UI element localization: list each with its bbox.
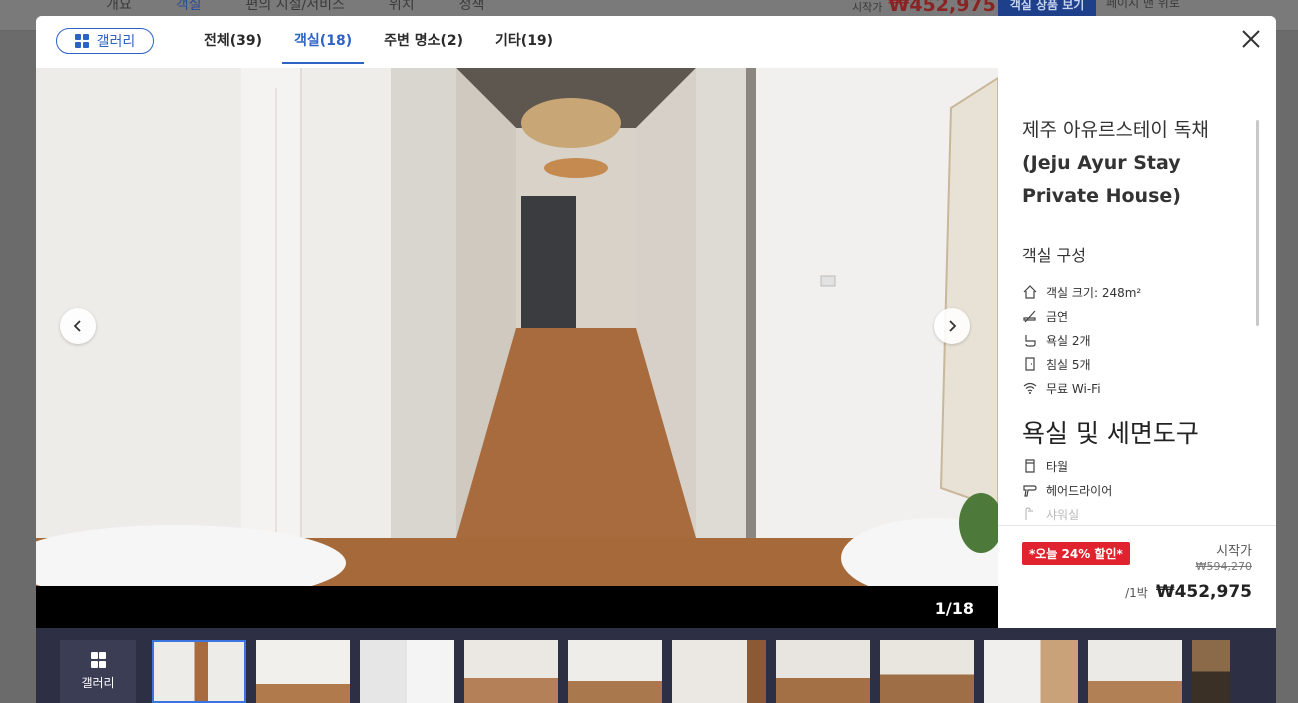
- photo-viewer: 1/18: [36, 68, 998, 628]
- bath-feature-item: 헤어드라이어: [1022, 478, 1112, 502]
- room-feature-item: 침실 5개: [1022, 352, 1141, 376]
- tab-all[interactable]: 전체(39): [192, 16, 274, 62]
- current-price: ₩452,975: [1155, 582, 1252, 602]
- bath-feature-label: 헤어드라이어: [1046, 483, 1113, 498]
- thumbnail[interactable]: [984, 640, 1078, 703]
- grid-icon: [91, 652, 106, 668]
- room-feature-item: 금연: [1022, 304, 1141, 328]
- thumbnail[interactable]: [880, 640, 974, 703]
- thumbnail[interactable]: [776, 640, 870, 703]
- property-title-korean: 제주 아유르스테이 독채: [1022, 119, 1209, 141]
- price-label: 시작가: [1216, 544, 1252, 559]
- room-feature-label: 침실 5개: [1046, 357, 1091, 372]
- bg-back-to-top: 페이지 맨 위로: [1106, 0, 1180, 10]
- bg-nav-item: 정책: [458, 0, 485, 13]
- house-icon: [1023, 285, 1037, 299]
- close-button[interactable]: [1240, 28, 1262, 50]
- prev-photo-button[interactable]: [60, 308, 96, 344]
- thumbnail-gallery-button[interactable]: 갤러리: [60, 640, 136, 703]
- price-unit: /1박: [1125, 586, 1148, 600]
- room-feature-item: 객실 크기: 248m²: [1022, 280, 1141, 304]
- door-icon: [1025, 357, 1035, 371]
- modal-header: 갤러리 전체(39) 객실(18) 주변 명소(2) 기타(19): [36, 16, 1276, 68]
- bg-nav-item: 위치: [388, 0, 415, 13]
- bath-features-list: 타월 헤어드라이어 샤워실: [1022, 454, 1112, 525]
- close-icon: [1242, 30, 1260, 48]
- wifi-icon: [1023, 382, 1037, 394]
- bath-feature-item: 타월: [1022, 454, 1112, 478]
- thumbnail-list: [152, 640, 1230, 703]
- thumbnail[interactable]: [464, 640, 558, 703]
- bg-nav-item: 편의 시설/서비스: [245, 0, 345, 13]
- bathtub-icon: [1025, 335, 1036, 347]
- thumbnail-gallery-label: 갤러리: [81, 676, 115, 690]
- bath-feature-label: 타월: [1046, 459, 1069, 474]
- background-price: 시작가 ₩452,975: [852, 0, 996, 16]
- current-price-row: /1박 ₩452,975: [1125, 582, 1252, 602]
- bg-nav-item: 개요: [106, 0, 132, 13]
- room-feature-item: 욕실 2개: [1022, 328, 1141, 352]
- property-title-english: (Jeju Ayur Stay Private House): [1022, 152, 1181, 207]
- thumbnail[interactable]: [1192, 640, 1230, 703]
- tab-nearby[interactable]: 주변 명소(2): [372, 16, 475, 62]
- hair-dryer-icon: [1023, 485, 1037, 497]
- bg-nav-item: 객실: [175, 0, 202, 13]
- gallery-modal: 갤러리 전체(39) 객실(18) 주변 명소(2) 기타(19) 1/18 제…: [36, 16, 1276, 628]
- property-info-panel: 제주 아유르스테이 독채 (Jeju Ayur Stay Private Hou…: [998, 68, 1276, 525]
- original-price: ₩594,270: [1195, 560, 1252, 573]
- chevron-right-icon: [949, 320, 957, 332]
- thumbnail[interactable]: [152, 640, 246, 703]
- gallery-button[interactable]: 갤러리: [56, 28, 154, 54]
- tab-rooms[interactable]: 객실(18): [282, 16, 365, 64]
- gallery-button-label: 갤러리: [96, 34, 136, 50]
- bath-section-title: 욕실 및 세면도구: [1022, 419, 1199, 448]
- towel-icon: [1025, 459, 1035, 473]
- bg-price-label: 시작가: [852, 1, 883, 14]
- thumbnail[interactable]: [360, 640, 454, 703]
- background-nav: 개요 객실 편의 시설/서비스 위치 정책: [106, 0, 484, 14]
- thumbnail[interactable]: [1088, 640, 1182, 703]
- tab-other[interactable]: 기타(19): [483, 16, 565, 62]
- shower-icon: [1025, 507, 1033, 520]
- photo-counter: 1/18: [934, 599, 974, 618]
- bg-price-value: ₩452,975: [888, 0, 996, 16]
- thumbnail[interactable]: [568, 640, 662, 703]
- no-smoking-icon: [1023, 310, 1036, 323]
- bg-view-rooms-button: 객실 상품 보기: [998, 0, 1096, 16]
- side-scrollbar[interactable]: [1256, 120, 1259, 326]
- room-features-list: 객실 크기: 248m² 금연 욕실 2개 침실 5개 무료 Wi-Fi: [1022, 280, 1141, 400]
- room-photo-illustration: [36, 68, 998, 586]
- room-feature-item: 무료 Wi-Fi: [1022, 376, 1141, 400]
- category-tabs: 전체(39) 객실(18) 주변 명소(2) 기타(19): [192, 16, 573, 64]
- chevron-left-icon: [73, 320, 81, 332]
- room-feature-label: 무료 Wi-Fi: [1046, 381, 1101, 396]
- room-feature-label: 욕실 2개: [1046, 333, 1091, 348]
- room-feature-label: 금연: [1046, 309, 1069, 324]
- grid-icon: [74, 34, 89, 48]
- room-section-title: 객실 구성: [1022, 246, 1086, 265]
- room-feature-label: 객실 크기: 248m²: [1046, 285, 1142, 300]
- bath-feature-item: 샤워실: [1022, 502, 1112, 525]
- thumbnail-bar: 갤러리: [36, 628, 1276, 703]
- thumbnail[interactable]: [256, 640, 350, 703]
- thumbnail[interactable]: [672, 640, 766, 703]
- price-box: *오늘 24% 할인* 시작가 ₩594,270 /1박 ₩452,975: [998, 525, 1276, 628]
- property-title: 제주 아유르스테이 독채 (Jeju Ayur Stay Private Hou…: [1022, 114, 1252, 213]
- next-photo-button[interactable]: [934, 308, 970, 344]
- main-photo: [36, 68, 998, 586]
- bath-feature-label: 샤워실: [1046, 507, 1080, 522]
- discount-badge: *오늘 24% 할인*: [1022, 542, 1130, 565]
